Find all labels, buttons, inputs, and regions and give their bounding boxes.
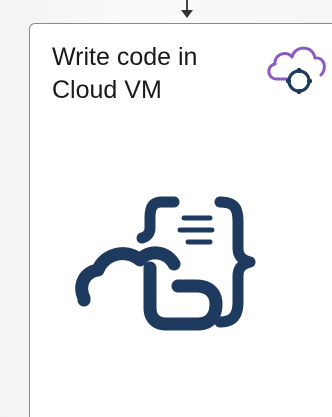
cloud-code-icon (75, 196, 256, 331)
node-title: Write code in Cloud VM (52, 43, 198, 104)
cloud-sync-icon (267, 46, 326, 95)
write-code-node-card[interactable]: Write code in Cloud VM (29, 23, 332, 417)
diagram-canvas: Write code in Cloud VM (0, 0, 332, 417)
incoming-connector-arrow (181, 10, 193, 18)
